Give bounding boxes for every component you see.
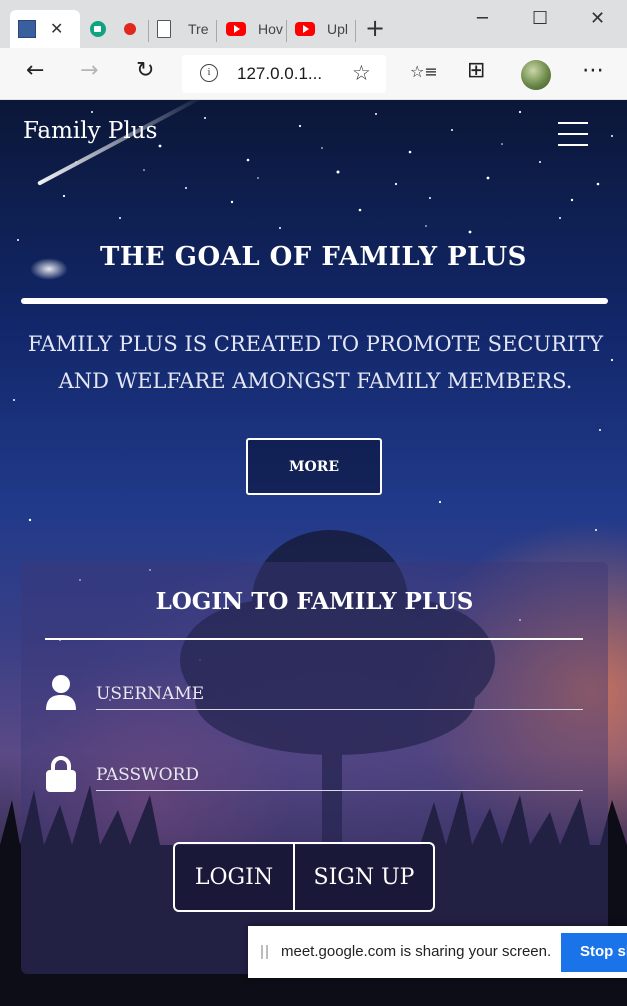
login-divider	[45, 638, 583, 640]
maximize-button[interactable]: ☐	[532, 8, 548, 29]
tab-youtube-upl[interactable]: Upl	[295, 10, 348, 48]
google-meet-icon	[90, 21, 106, 37]
tab-youtube-how[interactable]: Hov	[226, 10, 283, 48]
tab-label: Upl	[327, 21, 349, 37]
tab-recording[interactable]	[124, 10, 136, 48]
tab-separator	[148, 20, 149, 42]
goal-description: FAMILY PLUS IS CREATED TO PROMOTE SECURI…	[27, 332, 604, 393]
site-info-icon[interactable]: i	[200, 64, 218, 82]
auth-button-group: LOGIN SIGN UP	[173, 842, 435, 912]
username-input[interactable]	[96, 678, 583, 710]
forward-button[interactable]: →	[80, 60, 98, 82]
browser-titlebar: ✕ Tre Hov Upl + ─ ☐ ✕	[0, 0, 627, 48]
address-bar[interactable]: i 127.0.0.1... ☆	[182, 55, 386, 93]
tab-separator	[286, 20, 287, 42]
tab-label: Hov	[258, 21, 283, 37]
youtube-icon	[295, 22, 315, 36]
tab-close-icon[interactable]: ✕	[50, 21, 63, 37]
tab-separator	[216, 20, 217, 42]
sign-up-button[interactable]: SIGN UP	[295, 842, 435, 912]
sharing-message: meet.google.com is sharing your screen.	[281, 943, 552, 960]
password-input[interactable]	[96, 759, 583, 791]
youtube-icon	[226, 22, 246, 36]
favorite-star-icon[interactable]: ☆	[352, 61, 371, 85]
document-icon	[157, 20, 171, 38]
screen-sharing-bar: meet.google.com is sharing your screen. …	[248, 926, 627, 978]
minimize-button[interactable]: ─	[477, 8, 488, 29]
username-field	[45, 668, 583, 718]
site-favicon-icon	[18, 20, 36, 38]
more-menu-icon[interactable]: ⋯	[582, 60, 604, 82]
goal-title: THE GOAL OF FAMILY PLUS	[100, 242, 527, 272]
favorites-icon[interactable]: ☆≡	[410, 64, 438, 80]
tab-document[interactable]: Tre	[157, 10, 208, 48]
stop-sharing-button[interactable]: Stop sharing	[561, 933, 627, 972]
profile-avatar[interactable]	[521, 60, 551, 90]
browser-toolbar: ← → ↻ i 127.0.0.1... ☆ ☆≡ ⊞ ⋯	[0, 48, 627, 100]
login-title: LOGIN TO FAMILY PLUS	[155, 588, 474, 615]
drag-handle-icon[interactable]	[261, 945, 268, 959]
login-card: LOGIN TO FAMILY PLUS LOGIN SIGN UP	[21, 562, 608, 974]
user-icon	[46, 675, 76, 710]
tab-active[interactable]: ✕	[10, 10, 80, 48]
new-tab-button[interactable]: +	[365, 14, 385, 42]
tab-separator	[355, 20, 356, 42]
more-button[interactable]: MORE	[246, 438, 382, 495]
page-hero: Family Plus THE GOAL OF FAMILY PLUS FAMI…	[0, 100, 627, 1006]
tab-google-meet[interactable]	[90, 10, 106, 48]
recording-dot-icon	[124, 23, 136, 35]
close-window-button[interactable]: ✕	[590, 8, 605, 29]
login-button[interactable]: LOGIN	[173, 842, 295, 912]
address-url[interactable]: 127.0.0.1...	[237, 64, 322, 84]
hamburger-menu-icon[interactable]	[558, 122, 588, 148]
lock-icon	[46, 756, 76, 792]
tab-label: Tre	[188, 21, 209, 37]
collections-icon[interactable]: ⊞	[467, 60, 485, 82]
brand-logo-text[interactable]: Family Plus	[23, 118, 157, 144]
refresh-button[interactable]: ↻	[136, 60, 154, 82]
back-button[interactable]: ←	[26, 60, 44, 82]
password-field	[45, 749, 583, 799]
goal-divider	[21, 298, 608, 304]
